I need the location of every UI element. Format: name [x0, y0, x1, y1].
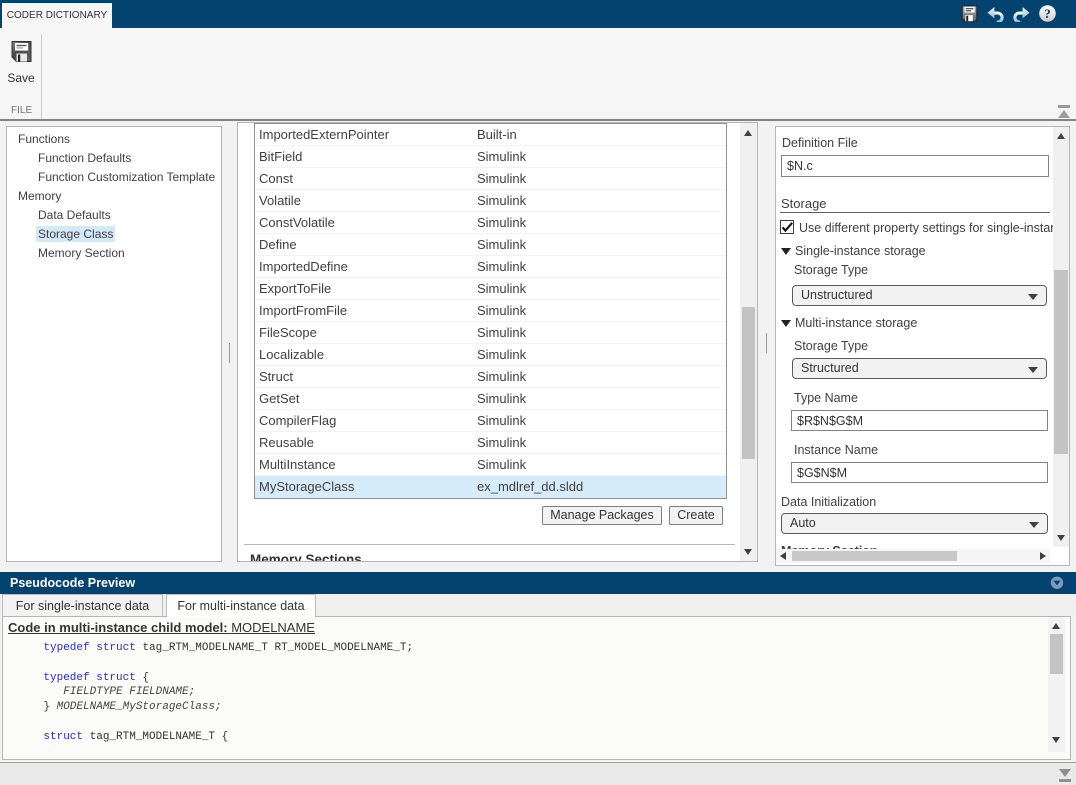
- svg-text:?: ?: [1044, 6, 1051, 21]
